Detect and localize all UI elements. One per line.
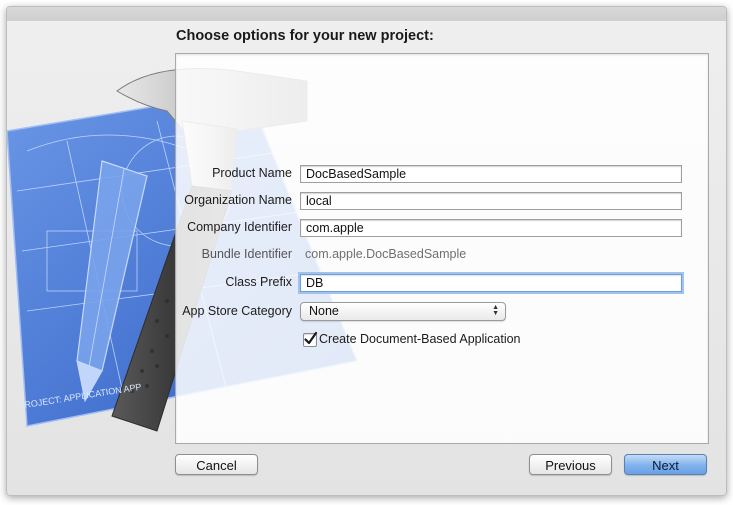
organization-name-label: Organization Name [184,193,292,207]
bundle-identifier-label: Bundle Identifier [201,247,292,261]
title-bar [7,7,726,21]
class-prefix-field[interactable] [300,274,682,292]
previous-button[interactable]: Previous [529,454,612,475]
product-name-field[interactable] [300,165,682,183]
bundle-identifier-value: com.apple.DocBasedSample [305,247,467,261]
app-store-category-select[interactable]: None ▲ ▼ [300,302,506,321]
app-store-category-label: App Store Category [182,304,292,318]
company-identifier-field[interactable] [300,219,682,237]
class-prefix-label: Class Prefix [225,275,292,289]
next-button[interactable]: Next [624,454,707,475]
company-identifier-label: Company Identifier [187,220,292,234]
options-panel: Product Name Organization Name Company I… [175,53,709,444]
cancel-button[interactable]: Cancel [175,454,258,475]
document-based-label[interactable]: Create Document-Based Application [319,332,521,346]
page-title: Choose options for your new project: [176,28,434,44]
select-arrows-icon: ▲ ▼ [492,304,499,317]
organization-name-field[interactable] [300,192,682,210]
new-project-sheet: Choose options for your new project: PRO… [6,6,727,496]
app-store-category-value: None [309,304,339,318]
document-based-checkbox[interactable] [303,331,318,347]
product-name-label: Product Name [212,166,292,180]
checkmark-icon [304,331,318,345]
